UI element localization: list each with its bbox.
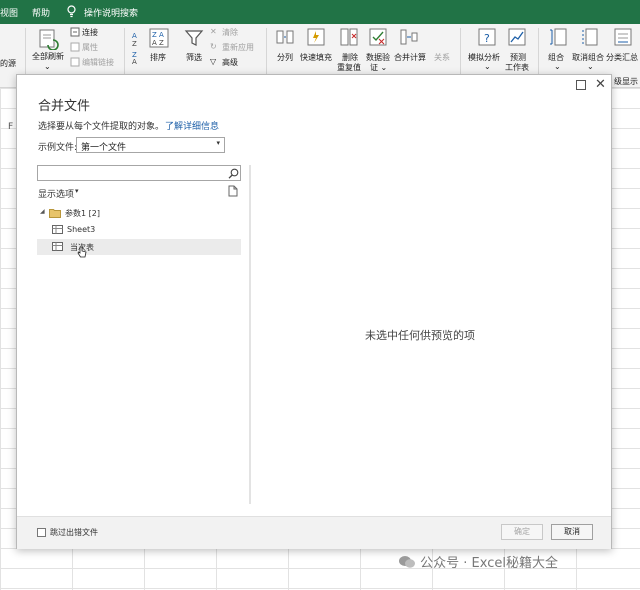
consolidate-button[interactable]: 合并计算 [394,52,426,63]
forecast-sheet-icon[interactable] [508,28,526,46]
text-to-columns-icon[interactable] [276,28,294,46]
ok-button[interactable]: 确定 [501,524,543,540]
skip-errors-label[interactable]: 跳过出错文件 [50,527,98,538]
sample-file-label: 示例文件: [38,143,78,153]
clear-button[interactable]: 清除 [222,27,238,38]
consolidate-icon[interactable] [400,28,418,46]
flash-fill-button[interactable]: 快速填充 [300,52,332,63]
subtotal-icon[interactable] [614,28,632,46]
tab-view[interactable]: 视图 [0,6,18,19]
group-icon[interactable] [549,28,567,46]
svg-text:Z A: Z A [152,31,164,39]
ungroup-dropdown: ⌄ [587,62,594,71]
column-header-f: F [8,122,14,132]
clear-filter-icon: ✕ [210,27,217,36]
group-dropdown: ⌄ [554,62,561,71]
sort-az-icon[interactable]: A Z Z A [131,28,143,64]
reapply-button[interactable]: 重新应用 [222,42,254,53]
edit-links-icon [70,57,80,67]
remove-duplicates-icon[interactable] [340,28,358,46]
data-validation-label-2: 证 ⌄ [370,63,388,72]
edit-links-button[interactable]: 编辑链接 [82,57,114,68]
svg-text:Z: Z [132,40,137,48]
data-validation-icon[interactable] [369,28,387,46]
watermark-text: 公众号 · Excel秘籍大全 [420,556,558,571]
what-if-analysis-icon[interactable]: ? [478,28,496,46]
tree-item-sheet3[interactable]: Sheet3 [37,222,241,238]
search-icon[interactable] [228,168,239,179]
tree-item-label: 参数1 [2] [65,209,100,218]
combine-files-dialog: ✕ 合并文件 选择要从每个文件提取的对象。 了解详细信息 示例文件: 第一个文件… [16,74,612,549]
svg-text:?: ? [484,32,490,45]
what-if-dropdown: ⌄ [484,62,491,71]
svg-text:A Z: A Z [152,39,164,47]
sort-dialog-icon[interactable]: Z A A Z [149,28,169,48]
dialog-title: 合并文件 [38,99,91,114]
advanced-button[interactable]: 高级 [222,57,238,68]
wechat-logo-icon [399,556,415,568]
chevron-down-icon: ▾ [216,139,220,147]
svg-text:A: A [132,32,137,40]
properties-button[interactable]: 属性 [82,42,98,53]
chevron-down-icon[interactable]: ▾ [75,187,79,195]
tree-item-current-table[interactable]: 当次表 [37,239,241,258]
connections-icon [70,27,80,37]
mouse-cursor-icon [77,246,87,258]
navigator-search-input[interactable] [37,165,241,181]
tree-item-label: Sheet3 [67,225,96,234]
refresh-all-icon[interactable] [37,28,59,50]
svg-text:A: A [132,58,137,64]
wechat-watermark: 公众号 · Excel秘籍大全 [398,552,558,571]
dialog-footer: 跳过出错文件 确定 取消 [17,516,611,549]
tell-me-search[interactable]: 操作说明搜索 [84,6,138,19]
skip-errors-checkbox[interactable] [37,528,46,537]
sample-file-value: 第一个文件 [81,143,127,153]
relationships-button[interactable]: 关系 [434,52,450,63]
reapply-icon: ↻ [210,42,217,51]
refresh-dropdown[interactable]: ⌄ [44,62,51,71]
advanced-filter-icon: ▽ [210,57,217,66]
data-source-label[interactable]: 的源 [0,58,16,69]
cancel-button[interactable]: 取消 [551,524,593,540]
pane-divider[interactable] [249,165,251,504]
preview-empty-message: 未选中任何供预览的项 [365,329,475,342]
display-options-button[interactable]: 显示选项 [38,187,74,200]
tab-help[interactable]: 帮助 [32,6,50,19]
lightbulb-icon [67,5,76,18]
ungroup-icon[interactable] [580,28,598,46]
remove-duplicates-label-2: 重复值 [337,63,361,72]
ribbon-tab-bar: 视图 帮助 操作说明搜索 [0,0,640,24]
worksheet-icon [52,242,63,251]
worksheet-icon [52,225,63,234]
filter-icon[interactable] [184,28,204,48]
caret-down-icon[interactable]: ◢ [40,208,45,215]
flash-fill-icon[interactable] [307,28,325,46]
dialog-description: 选择要从每个文件提取的对象。 [38,122,165,132]
learn-more-link[interactable]: 了解详细信息 [165,119,219,132]
sample-file-select[interactable]: 第一个文件 ▾ [76,137,225,153]
forecast-sheet-label-2: 工作表 [505,63,529,72]
subtotal-button[interactable]: 分类汇总 [606,52,638,63]
close-icon[interactable]: ✕ [595,76,606,94]
maximize-icon[interactable] [576,80,586,90]
refresh-preview-icon[interactable] [228,185,238,197]
outline-group-label: 级显示 [614,77,638,86]
tree-item-parameter[interactable]: ◢ 参数1 [2] [37,205,241,221]
filter-button[interactable]: 筛选 [186,52,202,63]
connections-button[interactable]: 连接 [82,27,98,38]
sort-button[interactable]: 排序 [150,52,166,63]
refresh-all-button[interactable]: 全部刷新 [32,51,64,62]
folder-icon [49,209,61,218]
properties-icon [70,42,80,52]
text-to-columns-button[interactable]: 分列 [277,52,293,63]
